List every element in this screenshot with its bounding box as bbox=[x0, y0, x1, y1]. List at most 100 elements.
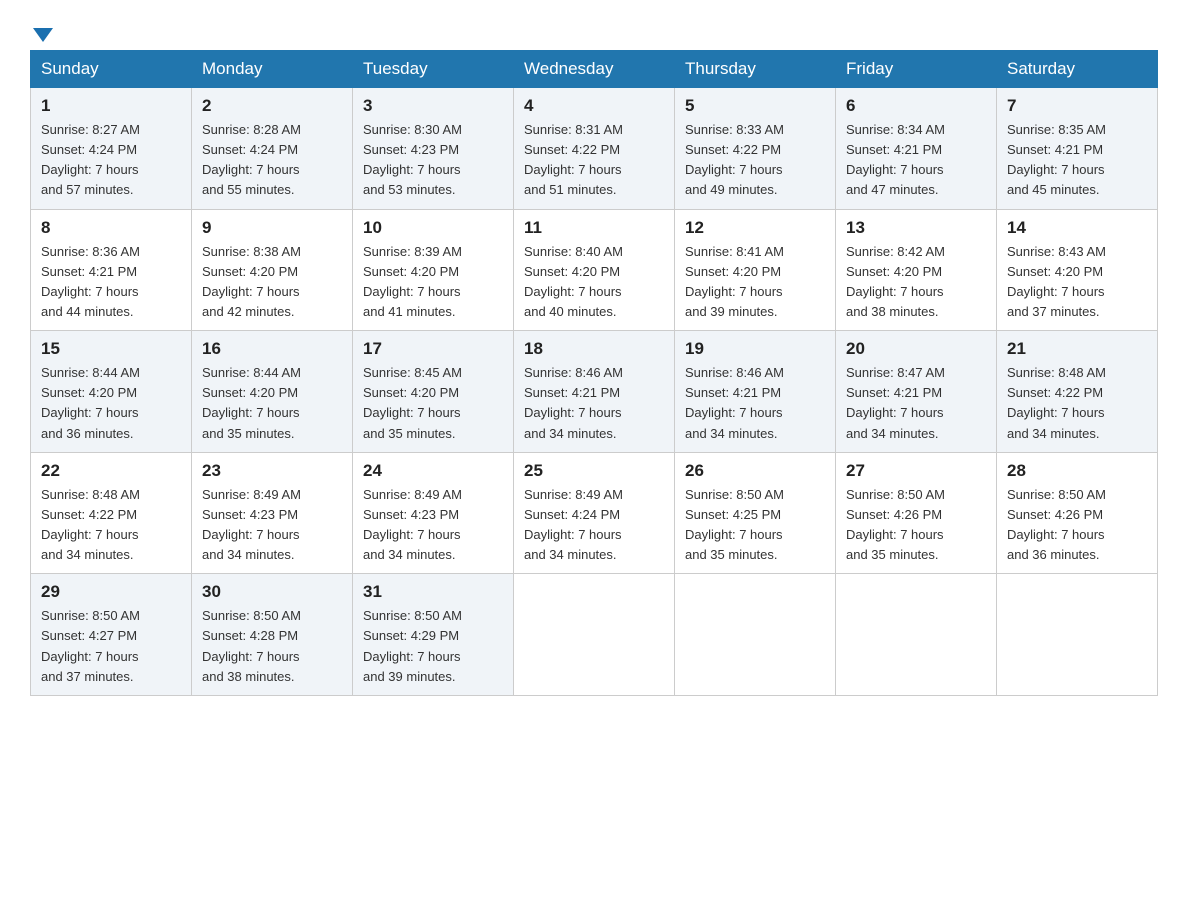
day-info: Sunrise: 8:49 AMSunset: 4:23 PMDaylight:… bbox=[202, 485, 342, 566]
day-info: Sunrise: 8:47 AMSunset: 4:21 PMDaylight:… bbox=[846, 363, 986, 444]
day-info: Sunrise: 8:50 AMSunset: 4:28 PMDaylight:… bbox=[202, 606, 342, 687]
day-number: 21 bbox=[1007, 339, 1147, 359]
day-number: 22 bbox=[41, 461, 181, 481]
calendar-cell: 22 Sunrise: 8:48 AMSunset: 4:22 PMDayligh… bbox=[31, 452, 192, 574]
day-info: Sunrise: 8:36 AMSunset: 4:21 PMDaylight:… bbox=[41, 242, 181, 323]
week-row-1: 1 Sunrise: 8:27 AMSunset: 4:24 PMDaylight… bbox=[31, 88, 1158, 210]
day-number: 20 bbox=[846, 339, 986, 359]
day-info: Sunrise: 8:46 AMSunset: 4:21 PMDaylight:… bbox=[524, 363, 664, 444]
empty-cell bbox=[836, 574, 997, 696]
day-number: 26 bbox=[685, 461, 825, 481]
calendar-cell: 27Sunrise: 8:50 AMSunset: 4:26 PMDayligh… bbox=[836, 452, 997, 574]
calendar-cell: 20 Sunrise: 8:47 AMSunset: 4:21 PMDayligh… bbox=[836, 331, 997, 453]
week-row-3: 15 Sunrise: 8:44 AMSunset: 4:20 PMDayligh… bbox=[31, 331, 1158, 453]
calendar-cell: 3 Sunrise: 8:30 AMSunset: 4:23 PMDaylight… bbox=[353, 88, 514, 210]
calendar-cell: 4 Sunrise: 8:31 AMSunset: 4:22 PMDaylight… bbox=[514, 88, 675, 210]
day-number: 15 bbox=[41, 339, 181, 359]
week-row-4: 22 Sunrise: 8:48 AMSunset: 4:22 PMDayligh… bbox=[31, 452, 1158, 574]
calendar-cell: 30 Sunrise: 8:50 AMSunset: 4:28 PMDayligh… bbox=[192, 574, 353, 696]
calendar-cell: 25 Sunrise: 8:49 AMSunset: 4:24 PMDayligh… bbox=[514, 452, 675, 574]
week-row-5: 29Sunrise: 8:50 AMSunset: 4:27 PMDayligh… bbox=[31, 574, 1158, 696]
day-info: Sunrise: 8:50 AMSunset: 4:29 PMDaylight:… bbox=[363, 606, 503, 687]
calendar-cell: 6 Sunrise: 8:34 AMSunset: 4:21 PMDaylight… bbox=[836, 88, 997, 210]
calendar-cell: 9Sunrise: 8:38 AMSunset: 4:20 PMDaylight… bbox=[192, 209, 353, 331]
day-number: 2 bbox=[202, 96, 342, 116]
day-number: 7 bbox=[1007, 96, 1147, 116]
week-row-2: 8 Sunrise: 8:36 AMSunset: 4:21 PMDaylight… bbox=[31, 209, 1158, 331]
day-number: 11 bbox=[524, 218, 664, 238]
calendar-cell: 29Sunrise: 8:50 AMSunset: 4:27 PMDayligh… bbox=[31, 574, 192, 696]
day-info: Sunrise: 8:48 AMSunset: 4:22 PMDaylight:… bbox=[41, 485, 181, 566]
calendar-cell: 8 Sunrise: 8:36 AMSunset: 4:21 PMDaylight… bbox=[31, 209, 192, 331]
page-header bbox=[30, 20, 1158, 40]
col-header-friday: Friday bbox=[836, 51, 997, 88]
day-info: Sunrise: 8:49 AMSunset: 4:24 PMDaylight:… bbox=[524, 485, 664, 566]
calendar-cell: 23 Sunrise: 8:49 AMSunset: 4:23 PMDayligh… bbox=[192, 452, 353, 574]
day-number: 9 bbox=[202, 218, 342, 238]
calendar-cell: 7 Sunrise: 8:35 AMSunset: 4:21 PMDaylight… bbox=[997, 88, 1158, 210]
day-number: 12 bbox=[685, 218, 825, 238]
day-number: 18 bbox=[524, 339, 664, 359]
calendar-table: SundayMondayTuesdayWednesdayThursdayFrid… bbox=[30, 50, 1158, 696]
day-info: Sunrise: 8:40 AMSunset: 4:20 PMDaylight:… bbox=[524, 242, 664, 323]
logo bbox=[30, 20, 53, 40]
col-header-monday: Monday bbox=[192, 51, 353, 88]
day-number: 29 bbox=[41, 582, 181, 602]
day-number: 13 bbox=[846, 218, 986, 238]
day-info: Sunrise: 8:39 AMSunset: 4:20 PMDaylight:… bbox=[363, 242, 503, 323]
day-info: Sunrise: 8:34 AMSunset: 4:21 PMDaylight:… bbox=[846, 120, 986, 201]
day-number: 24 bbox=[363, 461, 503, 481]
day-info: Sunrise: 8:45 AMSunset: 4:20 PMDaylight:… bbox=[363, 363, 503, 444]
empty-cell bbox=[675, 574, 836, 696]
col-header-wednesday: Wednesday bbox=[514, 51, 675, 88]
day-info: Sunrise: 8:30 AMSunset: 4:23 PMDaylight:… bbox=[363, 120, 503, 201]
day-info: Sunrise: 8:44 AMSunset: 4:20 PMDaylight:… bbox=[202, 363, 342, 444]
logo-arrow-icon bbox=[33, 28, 53, 42]
calendar-cell: 5Sunrise: 8:33 AMSunset: 4:22 PMDaylight… bbox=[675, 88, 836, 210]
empty-cell bbox=[514, 574, 675, 696]
day-number: 10 bbox=[363, 218, 503, 238]
calendar-cell: 10 Sunrise: 8:39 AMSunset: 4:20 PMDayligh… bbox=[353, 209, 514, 331]
calendar-cell: 13 Sunrise: 8:42 AMSunset: 4:20 PMDayligh… bbox=[836, 209, 997, 331]
col-header-tuesday: Tuesday bbox=[353, 51, 514, 88]
calendar-cell: 18 Sunrise: 8:46 AMSunset: 4:21 PMDayligh… bbox=[514, 331, 675, 453]
day-number: 19 bbox=[685, 339, 825, 359]
day-info: Sunrise: 8:28 AMSunset: 4:24 PMDaylight:… bbox=[202, 120, 342, 201]
calendar-cell: 2 Sunrise: 8:28 AMSunset: 4:24 PMDaylight… bbox=[192, 88, 353, 210]
calendar-cell: 12Sunrise: 8:41 AMSunset: 4:20 PMDayligh… bbox=[675, 209, 836, 331]
day-info: Sunrise: 8:42 AMSunset: 4:20 PMDaylight:… bbox=[846, 242, 986, 323]
day-info: Sunrise: 8:27 AMSunset: 4:24 PMDaylight:… bbox=[41, 120, 181, 201]
day-number: 30 bbox=[202, 582, 342, 602]
day-number: 31 bbox=[363, 582, 503, 602]
calendar-cell: 15Sunrise: 8:44 AMSunset: 4:20 PMDayligh… bbox=[31, 331, 192, 453]
day-info: Sunrise: 8:50 AMSunset: 4:26 PMDaylight:… bbox=[1007, 485, 1147, 566]
calendar-cell: 28 Sunrise: 8:50 AMSunset: 4:26 PMDayligh… bbox=[997, 452, 1158, 574]
day-info: Sunrise: 8:50 AMSunset: 4:26 PMDaylight:… bbox=[846, 485, 986, 566]
day-number: 17 bbox=[363, 339, 503, 359]
day-number: 23 bbox=[202, 461, 342, 481]
calendar-cell: 26 Sunrise: 8:50 AMSunset: 4:25 PMDayligh… bbox=[675, 452, 836, 574]
calendar-cell: 21 Sunrise: 8:48 AMSunset: 4:22 PMDayligh… bbox=[997, 331, 1158, 453]
calendar-cell: 16 Sunrise: 8:44 AMSunset: 4:20 PMDayligh… bbox=[192, 331, 353, 453]
calendar-cell: 17 Sunrise: 8:45 AMSunset: 4:20 PMDayligh… bbox=[353, 331, 514, 453]
day-info: Sunrise: 8:31 AMSunset: 4:22 PMDaylight:… bbox=[524, 120, 664, 201]
day-number: 6 bbox=[846, 96, 986, 116]
day-number: 25 bbox=[524, 461, 664, 481]
day-number: 16 bbox=[202, 339, 342, 359]
calendar-cell: 31 Sunrise: 8:50 AMSunset: 4:29 PMDayligh… bbox=[353, 574, 514, 696]
day-info: Sunrise: 8:48 AMSunset: 4:22 PMDaylight:… bbox=[1007, 363, 1147, 444]
calendar-cell: 19Sunrise: 8:46 AMSunset: 4:21 PMDayligh… bbox=[675, 331, 836, 453]
day-number: 14 bbox=[1007, 218, 1147, 238]
calendar-cell: 11 Sunrise: 8:40 AMSunset: 4:20 PMDayligh… bbox=[514, 209, 675, 331]
day-info: Sunrise: 8:35 AMSunset: 4:21 PMDaylight:… bbox=[1007, 120, 1147, 201]
day-info: Sunrise: 8:50 AMSunset: 4:25 PMDaylight:… bbox=[685, 485, 825, 566]
day-number: 4 bbox=[524, 96, 664, 116]
header-row: SundayMondayTuesdayWednesdayThursdayFrid… bbox=[31, 51, 1158, 88]
day-number: 1 bbox=[41, 96, 181, 116]
day-number: 8 bbox=[41, 218, 181, 238]
day-number: 3 bbox=[363, 96, 503, 116]
empty-cell bbox=[997, 574, 1158, 696]
col-header-thursday: Thursday bbox=[675, 51, 836, 88]
day-info: Sunrise: 8:33 AMSunset: 4:22 PMDaylight:… bbox=[685, 120, 825, 201]
day-number: 28 bbox=[1007, 461, 1147, 481]
